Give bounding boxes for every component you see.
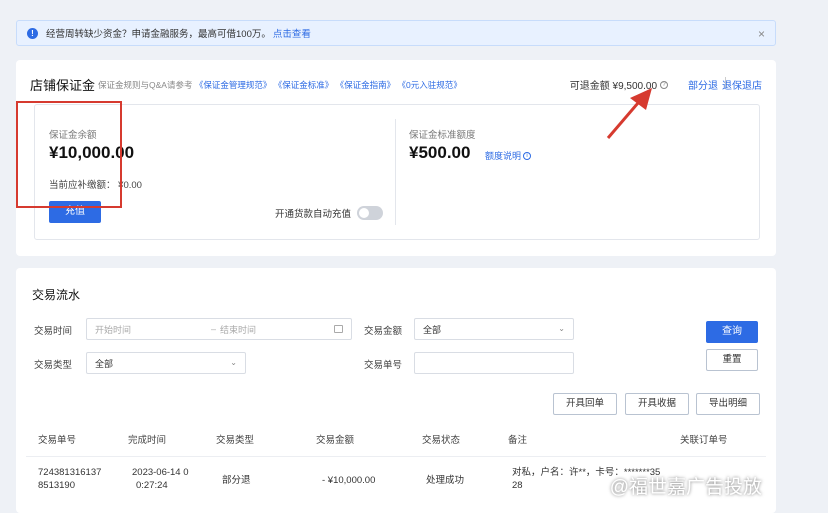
type-select-value: 全部 xyxy=(95,358,114,369)
watermark: @福世嘉广告投放 xyxy=(609,477,762,498)
auto-recharge-setting: 开通货款自动充值 xyxy=(275,206,384,220)
chevron-down-icon: ⌄ xyxy=(558,324,565,333)
auto-recharge-label: 开通货款自动充值 xyxy=(275,209,352,220)
calendar-icon xyxy=(334,325,343,333)
col-note: 备注 xyxy=(508,435,528,446)
rules-prefix: 保证金规则与Q&A请参考 xyxy=(98,80,193,90)
table-header: 交易单号 完成时间 交易类型 交易金额 交易状态 备注 关联订单号 xyxy=(16,428,776,448)
row-finish-time: 2023-06-14 0 0:27:24 xyxy=(132,466,189,492)
end-time-input[interactable]: 结束时间 xyxy=(220,323,256,336)
time-line1: 2023-06-14 0 xyxy=(132,467,189,478)
col-finish-time: 完成时间 xyxy=(128,435,167,446)
partial-refund-link[interactable]: 部分退 xyxy=(688,77,718,92)
export-detail-button[interactable]: 导出明细 xyxy=(696,393,760,415)
row-amount: - ¥10,000.00 xyxy=(322,475,376,486)
start-time-input[interactable]: 开始时间 xyxy=(95,323,131,336)
help-icon[interactable]: ? xyxy=(660,80,668,89)
quota-explain-link[interactable]: 额度说明 i xyxy=(485,149,532,162)
deposit-rules: 保证金规则与Q&A请参考 《保证金管理规范》 《保证金标准》 《保证金指南》 《… xyxy=(98,79,462,91)
rule-link-zero-entry[interactable]: 《0元入驻规范》 xyxy=(398,80,462,90)
col-related-order: 关联订单号 xyxy=(680,435,728,446)
order-number-input[interactable] xyxy=(414,352,574,374)
close-shop-link[interactable]: 退保退店 xyxy=(722,77,762,92)
row-status: 处理成功 xyxy=(426,475,465,486)
quota-link-text[interactable]: 额度说明 xyxy=(485,149,521,162)
close-icon[interactable]: × xyxy=(758,27,765,41)
rule-link-standard[interactable]: 《保证金标准》 xyxy=(274,80,334,90)
auto-recharge-toggle[interactable] xyxy=(357,206,384,220)
date-range-picker[interactable]: 开始时间 – 结束时间 xyxy=(86,318,352,340)
deposit-title: 店铺保证金 xyxy=(30,78,96,93)
standard-value: ¥500.00 xyxy=(409,143,471,162)
notice-link[interactable]: 点击查看 xyxy=(273,26,311,40)
col-type: 交易类型 xyxy=(216,435,255,446)
range-dash: – xyxy=(211,324,217,334)
issue-receipt-button[interactable]: 开具回单 xyxy=(553,393,617,415)
query-button[interactable]: 查询 xyxy=(706,321,758,343)
transaction-flow-card: 交易流水 交易时间 开始时间 – 结束时间 交易金额 全部 ⌄ 交易类型 全部 … xyxy=(16,268,776,513)
deposit-card: 店铺保证金 保证金规则与Q&A请参考 《保证金管理规范》 《保证金标准》 《保证… xyxy=(16,60,776,256)
flow-title: 交易流水 xyxy=(32,288,81,302)
rule-link-management[interactable]: 《保证金管理规范》 xyxy=(195,80,272,90)
chevron-down-icon: ⌄ xyxy=(230,358,237,367)
issue-invoice-button[interactable]: 开具收据 xyxy=(625,393,689,415)
time-line2: 0:27:24 xyxy=(136,480,168,491)
annotation-arrow-icon xyxy=(606,88,652,139)
finance-notice-bar: ! 经营周转缺少资金？申请金融服务，最高可借100万。 点击查看 × xyxy=(16,20,776,46)
order-no-line2: 8513190 xyxy=(38,480,75,491)
order-label: 交易单号 xyxy=(364,360,403,371)
row-divider xyxy=(26,456,766,457)
panel-divider xyxy=(395,119,396,225)
order-no-line1: 724381316137 xyxy=(38,467,102,478)
type-select[interactable]: 全部 ⌄ xyxy=(86,352,246,374)
rule-link-guide[interactable]: 《保证金指南》 xyxy=(336,80,396,90)
reset-button[interactable]: 重置 xyxy=(706,349,758,371)
standard-label: 保证金标准额度 xyxy=(409,130,476,141)
col-status: 交易状态 xyxy=(422,435,461,446)
time-label: 交易时间 xyxy=(34,326,73,337)
info-icon: ! xyxy=(27,27,38,39)
amount-select[interactable]: 全部 ⌄ xyxy=(414,318,574,340)
amount-label: 交易金额 xyxy=(364,326,403,337)
annotation-highlight-box xyxy=(16,101,122,208)
notice-text: 经营周转缺少资金？申请金融服务，最高可借100万。 xyxy=(46,29,271,40)
amount-select-value: 全部 xyxy=(423,324,442,335)
info-circle-icon: i xyxy=(523,151,532,160)
col-amount: 交易金额 xyxy=(316,435,355,446)
row-order-no: 724381316137 8513190 xyxy=(38,466,101,492)
row-type: 部分退 xyxy=(222,475,251,486)
type-label: 交易类型 xyxy=(34,360,73,371)
col-order-no: 交易单号 xyxy=(38,435,77,446)
